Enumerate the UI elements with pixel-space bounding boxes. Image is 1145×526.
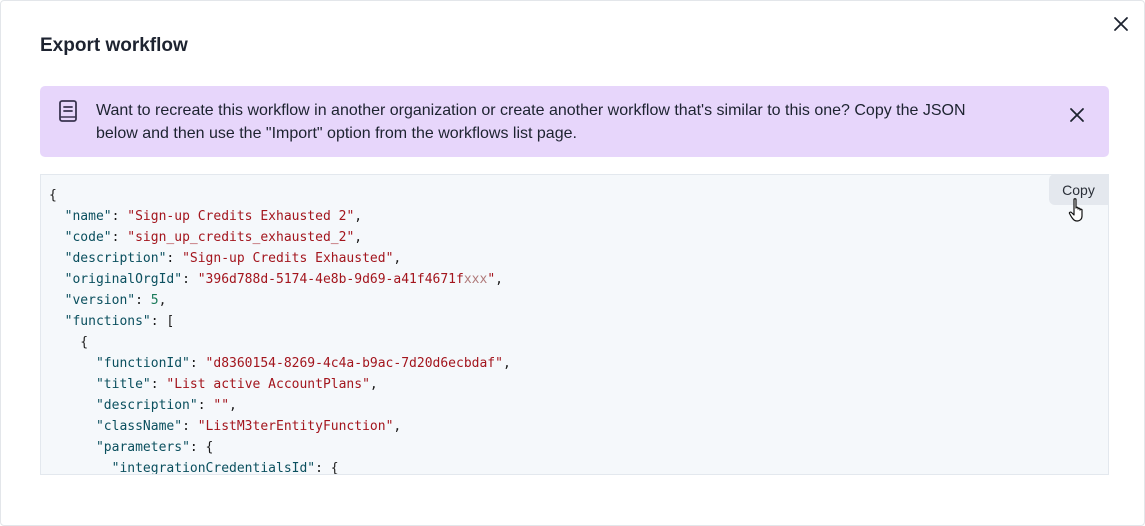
- export-workflow-dialog: Export workflow Want to recreate this wo…: [0, 0, 1145, 526]
- banner-line-1: Want to recreate this workflow in anothe…: [96, 102, 966, 119]
- json-credentials-key: integrationCredentialsId: [119, 461, 308, 475]
- json-classname-value: ListM3terEntityFunction: [205, 419, 386, 434]
- json-code-value: sign_up_credits_exhausted_2: [135, 230, 347, 245]
- json-orgid-masked: xxx: [463, 272, 488, 287]
- book-icon: [59, 100, 77, 122]
- close-icon[interactable]: [1068, 106, 1086, 124]
- banner-line-2: below and then use the "Import" option f…: [96, 125, 577, 142]
- json-code-block[interactable]: { "name": "Sign-up Credits Exhausted 2",…: [40, 174, 1109, 475]
- json-functionid-value: d8360154-8269-4c4a-b9ac-7d20d6ecbdaf: [213, 356, 496, 371]
- hand-cursor-icon: [1068, 198, 1083, 222]
- json-orgid-value: 396d788d-5174-4e8b-9d69-a41f4671f: [205, 272, 464, 287]
- json-parameters-key: parameters: [103, 440, 183, 455]
- json-description-value: Sign-up Credits Exhausted: [189, 251, 386, 266]
- dialog-title: Export workflow: [40, 35, 188, 56]
- json-name-value: Sign-up Credits Exhausted 2: [135, 209, 347, 224]
- banner-message: Want to recreate this workflow in anothe…: [96, 99, 1036, 145]
- json-text: { "name": "Sign-up Credits Exhausted 2",…: [49, 188, 511, 475]
- info-banner: Want to recreate this workflow in anothe…: [40, 86, 1109, 157]
- json-version-value: 5: [150, 293, 159, 308]
- json-title-value: List active AccountPlans: [174, 377, 363, 392]
- close-icon[interactable]: [1112, 15, 1130, 33]
